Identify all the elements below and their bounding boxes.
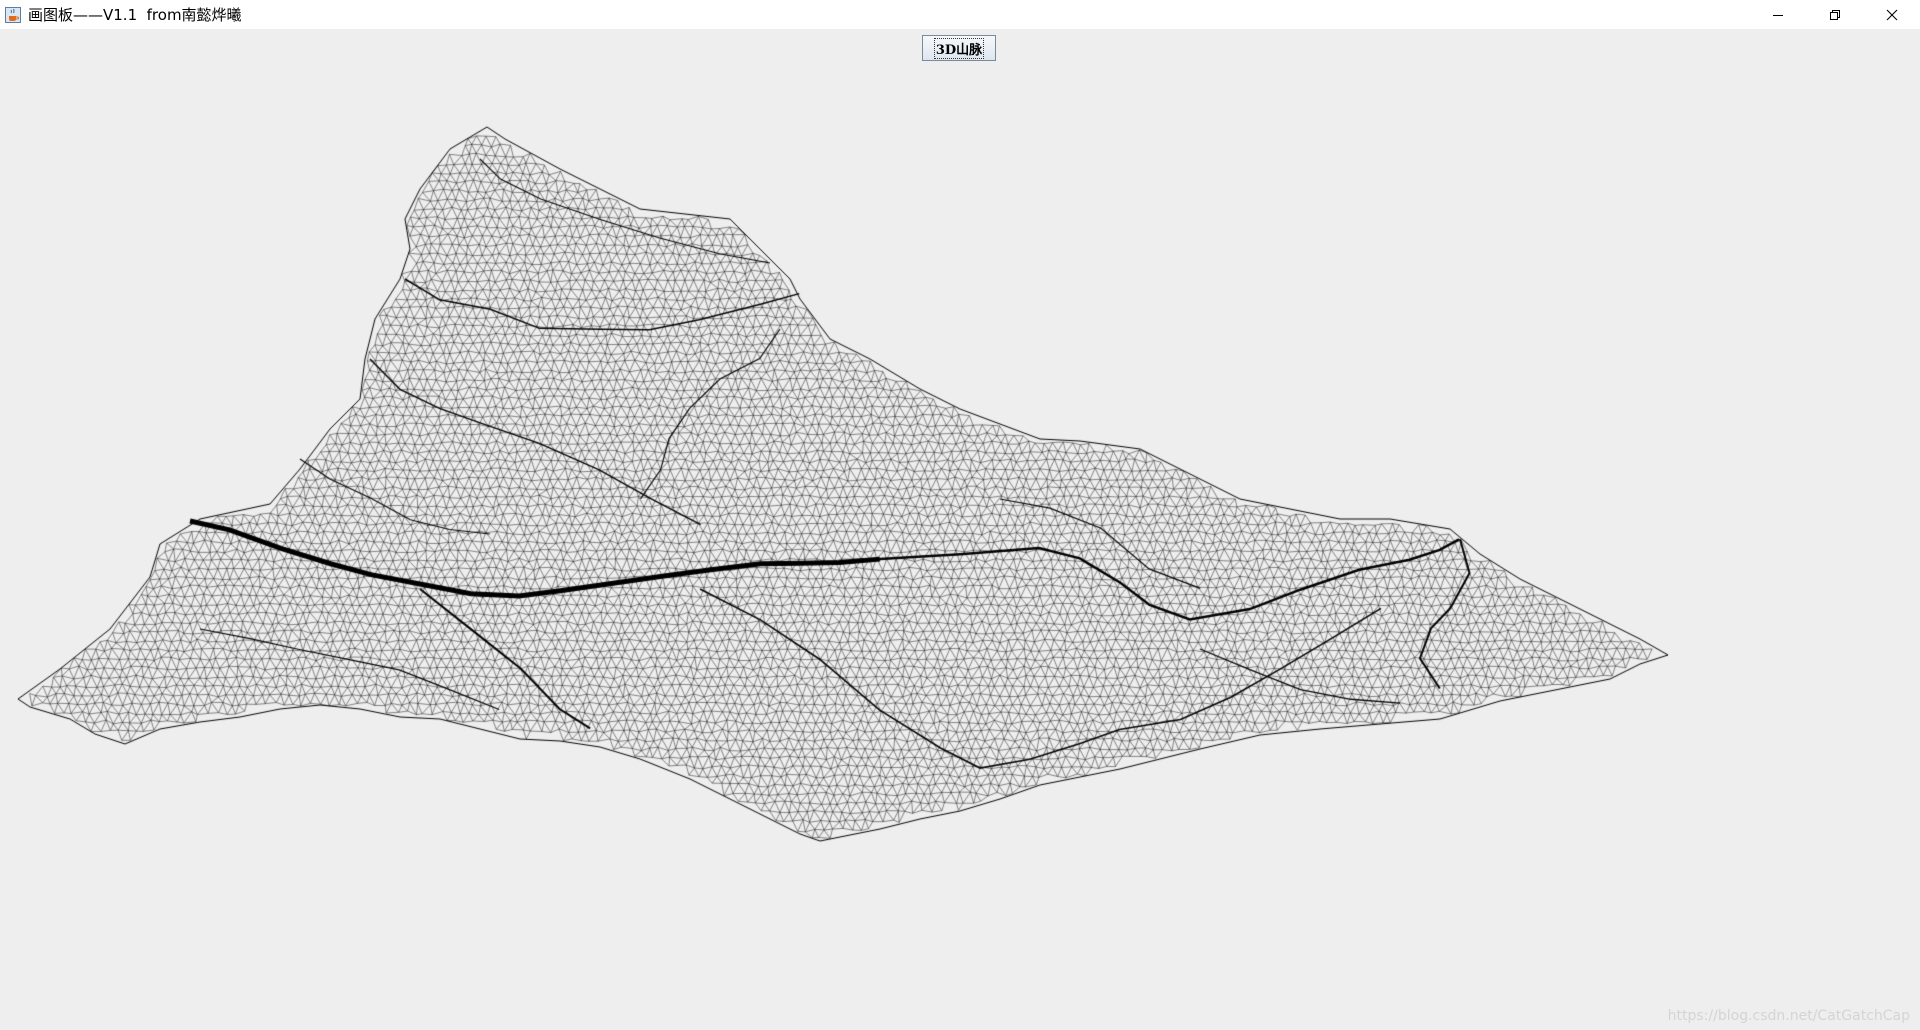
watermark: https://blog.csdn.net/CatGatchCap (1667, 1008, 1910, 1024)
drawing-canvas-area[interactable]: 3D山脉 https://blog.csdn.net/CatGatchCap (0, 29, 1920, 1030)
close-icon (1886, 9, 1897, 20)
mountain-wireframe-canvas[interactable] (0, 29, 1920, 1030)
mountain-3d-button[interactable]: 3D山脉 (922, 35, 996, 61)
close-button[interactable] (1863, 0, 1920, 29)
java-cup-icon (4, 6, 21, 23)
minimize-button[interactable] (1749, 0, 1806, 29)
window-controls (1749, 0, 1920, 29)
window-title: 画图板——V1.1 from南懿烨曦 (28, 6, 242, 24)
title-bar[interactable]: 画图板——V1.1 from南懿烨曦 (0, 0, 1920, 29)
mountain-3d-button-label: 3D山脉 (933, 37, 985, 59)
app-window: 画图板——V1.1 from南懿烨曦 3D山脉 https://blog.csd… (0, 0, 1920, 1030)
restore-icon (1829, 9, 1840, 20)
minimize-icon (1772, 14, 1783, 16)
restore-button[interactable] (1806, 0, 1863, 29)
